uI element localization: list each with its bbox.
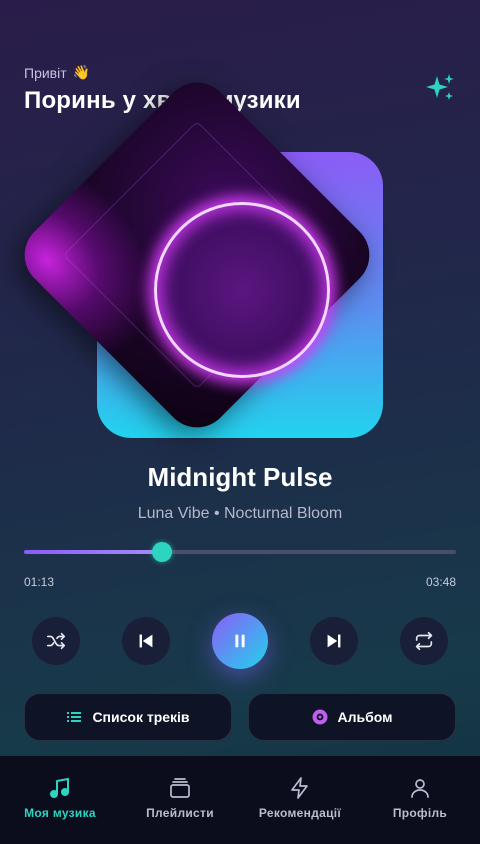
playback-controls	[32, 613, 448, 669]
nav-label: Моя музика	[24, 806, 96, 820]
repeat-icon	[415, 631, 433, 651]
repeat-button[interactable]	[400, 617, 448, 665]
disc-icon	[312, 709, 327, 725]
nav-label: Профіль	[392, 806, 448, 820]
action-buttons: Список треків Альбом	[24, 693, 456, 741]
progress-bar[interactable]	[24, 542, 456, 562]
nav-label: Плейлисти	[146, 806, 214, 820]
tracklist-label: Список треків	[92, 709, 190, 725]
tracklist-button[interactable]: Список треків	[24, 693, 232, 741]
pause-button[interactable]	[212, 613, 268, 669]
nav-label: Рекомендації	[258, 806, 342, 820]
bottom-navigation: Моя музика Плейлисти Рекомендації Профіл…	[0, 756, 480, 844]
nav-item-my-music[interactable]: Моя музика	[0, 756, 120, 844]
list-icon	[67, 712, 82, 722]
album-art	[10, 68, 384, 442]
music-note-icon	[50, 778, 69, 798]
progress-knob[interactable]	[152, 542, 173, 562]
shuffle-icon	[46, 632, 66, 650]
skip-forward-icon	[327, 634, 341, 648]
track-title: Midnight Pulse	[147, 462, 333, 492]
album-button[interactable]: Альбом	[248, 693, 456, 741]
previous-button[interactable]	[122, 617, 170, 665]
pause-icon	[235, 634, 245, 648]
sparkles-icon[interactable]	[424, 72, 456, 104]
album-label: Альбом	[337, 709, 393, 725]
neon-ring	[154, 202, 330, 378]
header: Привіт 👋 Поринь у хвилі музики	[24, 64, 456, 115]
nav-item-playlists[interactable]: Плейлисти	[120, 756, 240, 844]
nav-item-profile[interactable]: Профіль	[360, 756, 480, 844]
lightning-icon	[291, 777, 308, 799]
skip-back-icon	[139, 634, 153, 648]
time-labels: 01:13 03:48	[24, 575, 456, 589]
page-title: Поринь у хвилі музики	[24, 87, 301, 114]
nav-item-recommendations[interactable]: Рекомендації	[240, 756, 360, 844]
greeting-text: Привіт	[24, 64, 67, 81]
current-time: 01:13	[24, 575, 55, 589]
progress-fill	[24, 550, 163, 554]
track-info: Midnight Pulse Luna Vibe • Nocturnal Blo…	[0, 462, 480, 523]
wave-emoji: 👋	[72, 64, 91, 80]
user-icon	[411, 779, 429, 798]
track-artist-album: Luna Vibe • Nocturnal Bloom	[137, 505, 343, 522]
playlist-stack-icon	[170, 778, 190, 798]
greeting: Привіт 👋	[24, 64, 456, 81]
next-button[interactable]	[310, 617, 358, 665]
shuffle-button[interactable]	[32, 617, 80, 665]
total-time: 03:48	[425, 575, 456, 589]
